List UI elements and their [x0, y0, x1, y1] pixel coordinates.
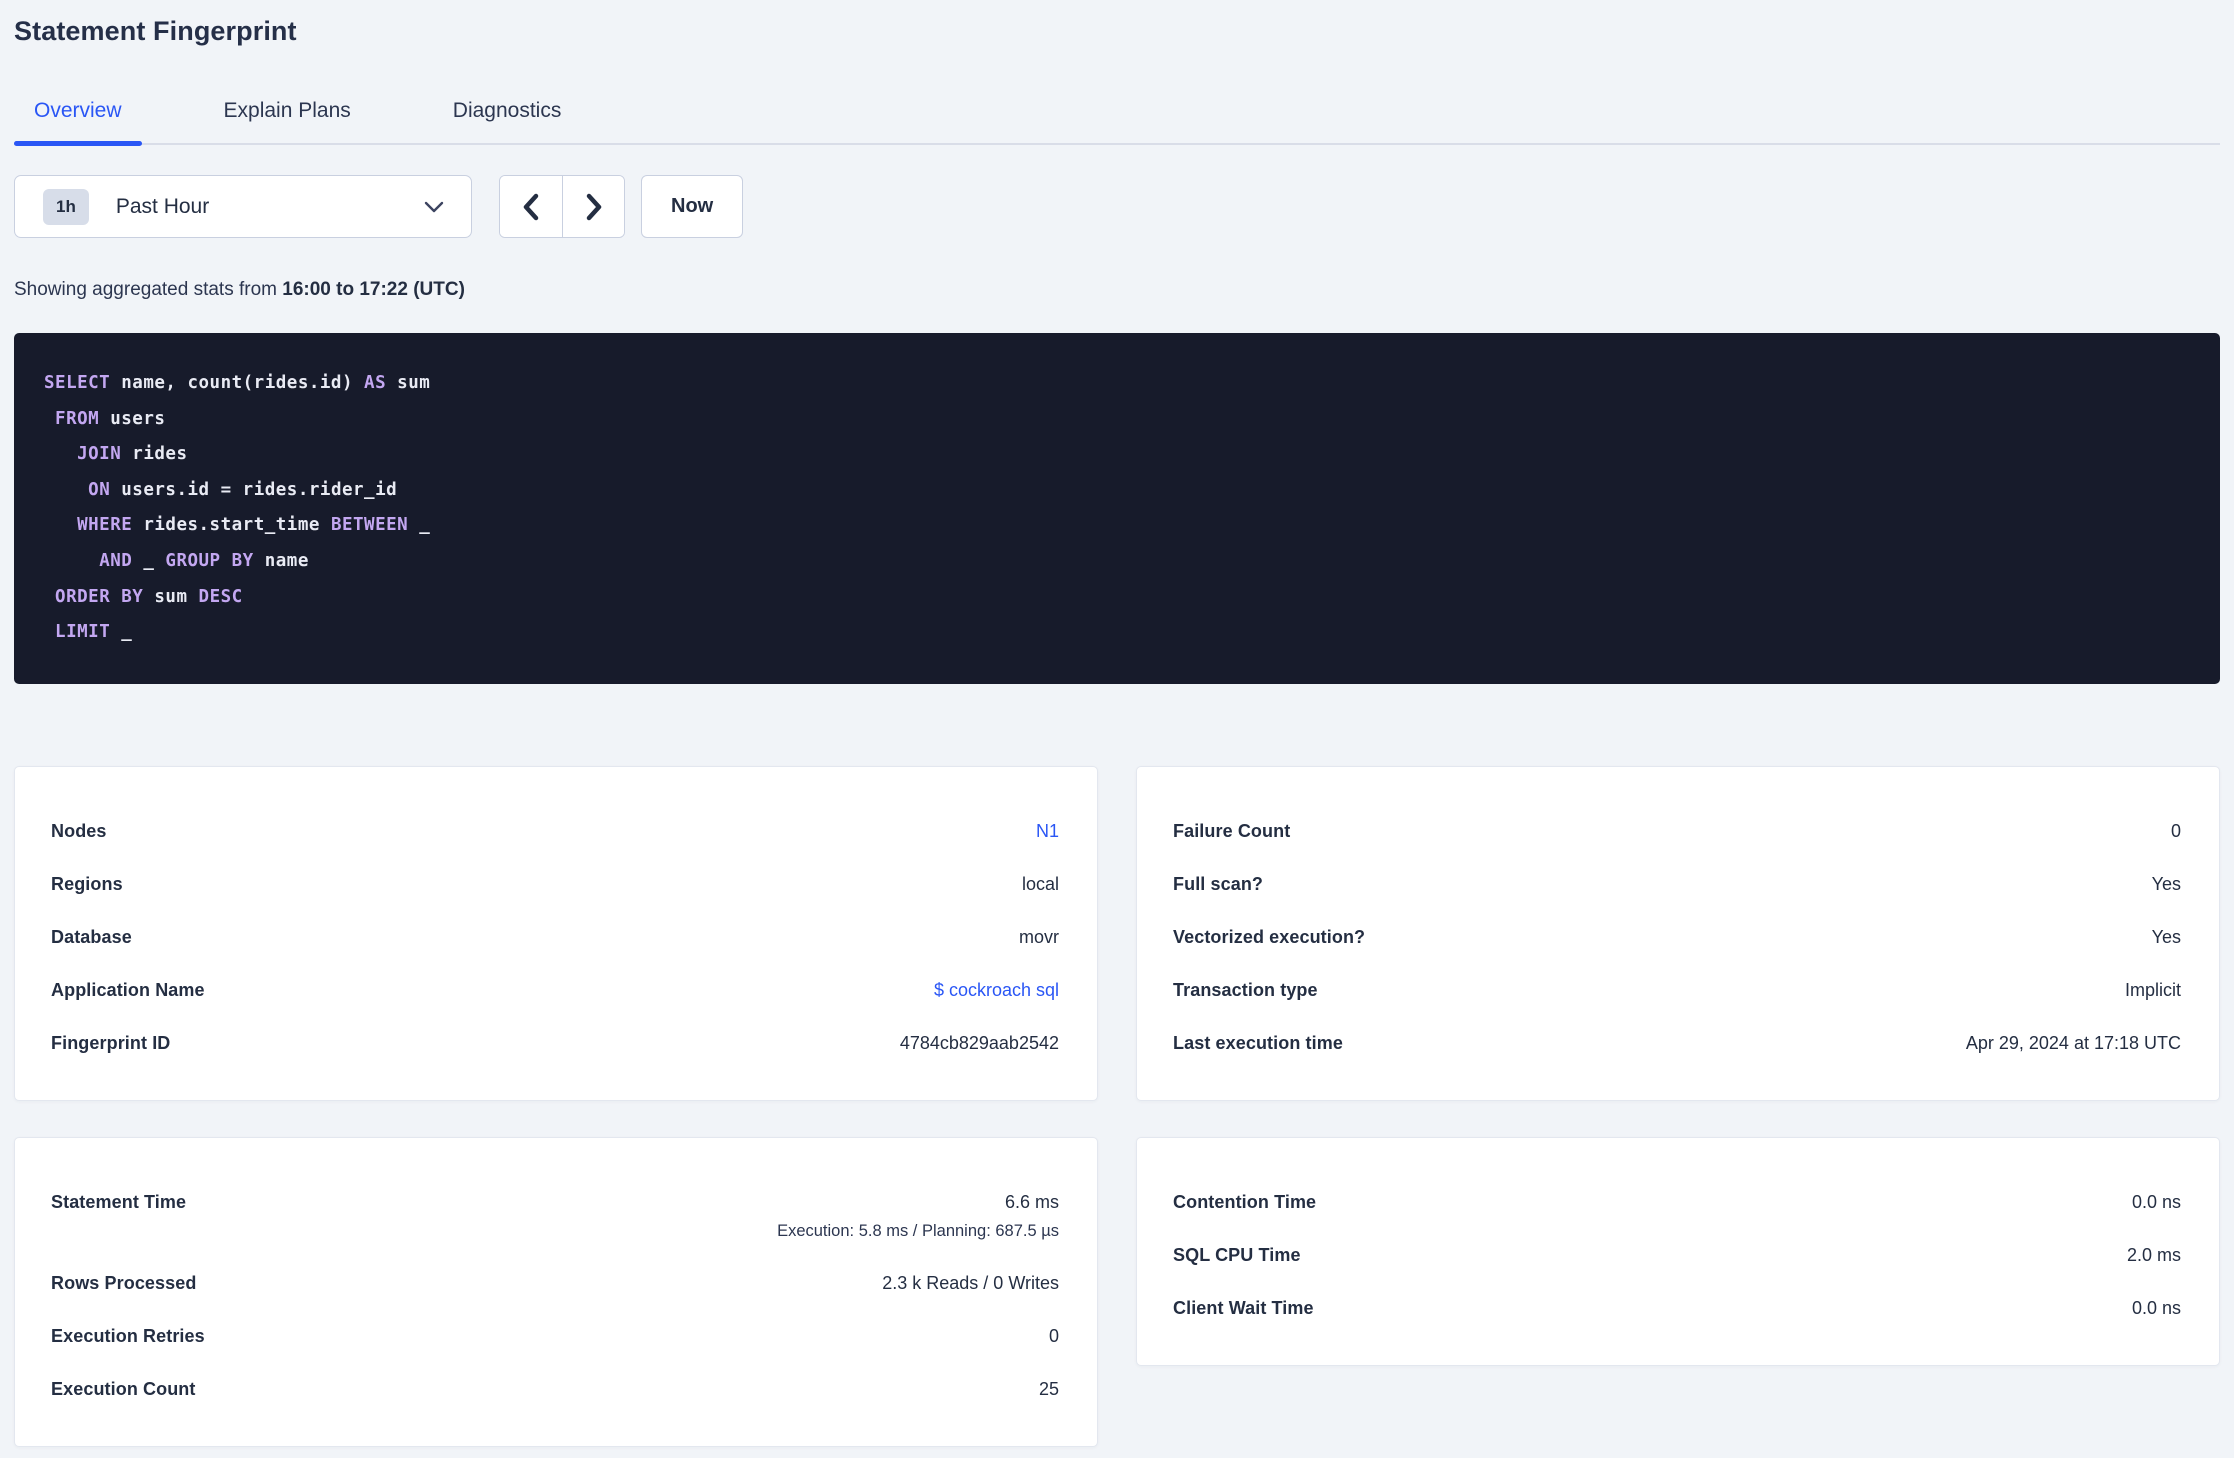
row-value: 4784cb829aab2542	[899, 1032, 1059, 1053]
aggregated-stats-line: Showing aggregated stats from 16:00 to 1…	[14, 279, 2220, 301]
sql-line: SELECT name, count(rides.id) AS sum	[44, 373, 431, 393]
stats-time-range: 16:00 to 17:22 (UTC)	[282, 279, 465, 300]
row-label: Last execution time	[1173, 1032, 1343, 1053]
row-value: 2.3 k Reads / 0 Writes	[882, 1272, 1059, 1293]
tab-explain-plans[interactable]: Explain Plans	[204, 99, 371, 143]
row-label: Rows Processed	[51, 1272, 197, 1293]
chevron-right-icon	[586, 193, 601, 220]
row-value: local	[1021, 873, 1059, 894]
row-label: Failure Count	[1173, 820, 1291, 841]
row-value: 0.0 ns	[2131, 1297, 2181, 1318]
sql-line: ORDER BY sum DESC	[55, 586, 243, 607]
tab-diagnostics[interactable]: Diagnostics	[433, 99, 582, 143]
row-value-link[interactable]: N1	[1036, 821, 1059, 842]
row-label: Nodes	[51, 820, 107, 841]
row-label: Vectorized execution?	[1173, 926, 1366, 947]
row-value: 25	[1038, 1378, 1059, 1399]
row-value: 0.0 ns	[2131, 1191, 2181, 1212]
time-range-dropdown[interactable]: 1h Past Hour	[14, 175, 472, 238]
stats-prefix: Showing aggregated stats from	[14, 279, 283, 300]
row-label: Fingerprint ID	[51, 1032, 171, 1053]
summary-row: Client Wait Time 0.0 ns	[1173, 1282, 2181, 1335]
summary-row: Full scan? Yes	[1173, 858, 2181, 911]
summary-row: Execution Count 25	[51, 1363, 1059, 1416]
sql-line: WHERE rides.start_time BETWEEN _	[77, 515, 431, 536]
summary-row: Rows Processed 2.3 k Reads / 0 Writes	[51, 1257, 1059, 1310]
sql-line: JOIN rides	[77, 444, 188, 465]
row-label: Execution Retries	[51, 1325, 205, 1346]
chevron-left-icon	[523, 193, 539, 220]
summary-row: Execution Retries 0	[51, 1310, 1059, 1363]
previous-interval-button[interactable]	[500, 176, 562, 237]
row-value: 0	[1048, 1325, 1059, 1346]
timing-card-left: Statement Time 6.6 ms Execution: 5.8 ms / …	[14, 1136, 1098, 1447]
summary-row: SQL CPU Time 2.0 ms	[1173, 1229, 2181, 1282]
summary-row: Failure Count 0	[1173, 805, 2181, 858]
summary-row: Application Name $ cockroach sql	[51, 964, 1059, 1017]
summary-row: Vectorized execution? Yes	[1173, 911, 2181, 964]
summary-row: Transaction type Implicit	[1173, 964, 2181, 1017]
timing-card-right: Contention Time 0.0 ns SQL CPU Time 2.0 ms C…	[1136, 1136, 2220, 1366]
time-range-label: Past Hour	[115, 194, 210, 218]
summary-row: Fingerprint ID 4784cb829aab2542	[51, 1017, 1059, 1070]
page-title: Statement Fingerprint	[14, 16, 297, 46]
sql-line: AND _ GROUP BY name	[99, 550, 309, 571]
sql-line: ON users.id = rides.rider_id	[88, 479, 398, 500]
summary-row: Nodes N1	[51, 805, 1059, 858]
row-label: Client Wait Time	[1173, 1297, 1314, 1318]
time-interval-badge: 1h	[43, 188, 89, 225]
overview-card-left: Nodes N1 Regions local Database movr Applicati…	[14, 765, 1098, 1101]
row-value: 2.0 ms	[2126, 1244, 2181, 1265]
now-button[interactable]: Now	[641, 175, 744, 238]
row-value: Yes	[2151, 926, 2181, 947]
row-value: Implicit	[2124, 979, 2181, 1000]
chevron-down-icon	[424, 201, 444, 212]
row-label: Execution Count	[51, 1378, 196, 1399]
summary-row: Regions local	[51, 858, 1059, 911]
summary-row: Database movr	[51, 911, 1059, 964]
summary-cards: Nodes N1 Regions local Database movr Applicati…	[14, 765, 2220, 1447]
sql-line: FROM users	[55, 408, 166, 429]
row-label: Statement Time	[51, 1191, 187, 1212]
row-value: movr	[1019, 926, 1059, 947]
sql-line: LIMIT _	[55, 622, 133, 643]
row-value: 6.6 ms	[1004, 1191, 1059, 1212]
row-label: Database	[51, 926, 132, 947]
row-label: Full scan?	[1173, 873, 1264, 894]
summary-row: Statement Time 6.6 ms Execution: 5.8 ms / …	[51, 1176, 1059, 1257]
time-step-button-group	[499, 175, 625, 238]
row-label: Transaction type	[1173, 979, 1318, 1000]
row-label: SQL CPU Time	[1173, 1244, 1301, 1265]
row-label: Regions	[51, 873, 123, 894]
time-controls: 1h Past Hour Now	[14, 175, 2220, 238]
summary-row: Contention Time 0.0 ns	[1173, 1176, 2181, 1229]
next-interval-button[interactable]	[562, 176, 624, 237]
overview-card-right: Failure Count 0 Full scan? Yes Vectorized ex…	[1136, 765, 2220, 1101]
statement-fingerprint-page: Statement Fingerprint Overview Explain Pl…	[0, 16, 2234, 1447]
row-value: 0	[2170, 820, 2181, 841]
sql-statement-code: SELECT name, count(rides.id) AS sum FROM…	[44, 366, 2190, 651]
tab-overview[interactable]: Overview	[14, 99, 142, 146]
sql-statement-box: SELECT name, count(rides.id) AS sum FROM…	[14, 333, 2220, 684]
row-value: Apr 29, 2024 at 17:18 UTC	[1965, 1032, 2181, 1053]
row-value-link[interactable]: $ cockroach sql	[934, 980, 1059, 1001]
row-value: Yes	[2151, 873, 2181, 894]
row-subvalue: Execution: 5.8 ms / Planning: 687.5 µs	[777, 1221, 1059, 1240]
row-label: Application Name	[51, 979, 205, 1000]
summary-row: Last execution time Apr 29, 2024 at 17:18…	[1173, 1017, 2181, 1070]
row-label: Contention Time	[1173, 1191, 1317, 1212]
tab-bar: Overview Explain Plans Diagnostics	[14, 99, 2220, 146]
